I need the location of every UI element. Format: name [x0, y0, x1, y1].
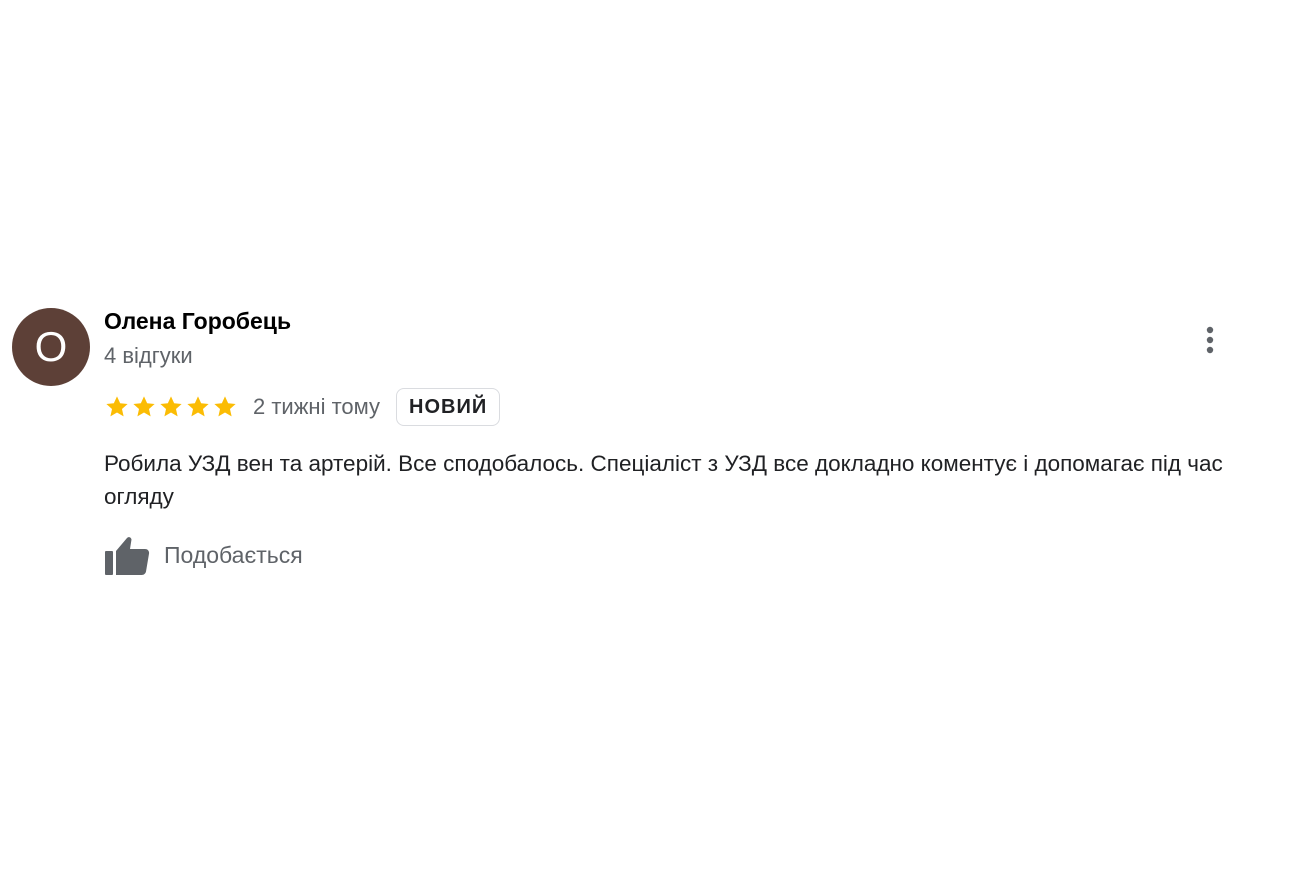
star-icon [160, 396, 182, 417]
review-date: 2 тижні тому [253, 394, 381, 419]
new-badge: НОВИЙ [396, 388, 501, 426]
review-card: О Олена Горобець 4 відгуки 2 тижні тому … [0, 0, 1312, 888]
avatar[interactable]: О [12, 308, 90, 386]
author-name[interactable]: Олена Горобець [104, 308, 291, 335]
star-icon [106, 396, 128, 417]
like-button[interactable]: Подобається [104, 532, 303, 578]
review-count[interactable]: 4 відгуки [104, 343, 193, 369]
more-options-button[interactable] [1190, 320, 1230, 360]
review-text: Робила УЗД вен та артерій. Все сподобало… [104, 451, 1223, 509]
star-icon [187, 396, 209, 417]
thumbs-up-icon [105, 537, 150, 575]
star-rating [104, 394, 238, 420]
rating-row: 2 тижні тому НОВИЙ [104, 387, 501, 427]
like-label: Подобається [164, 541, 303, 568]
star-icon [133, 396, 155, 417]
more-vert-icon [1206, 326, 1214, 354]
star-icon [214, 396, 236, 417]
